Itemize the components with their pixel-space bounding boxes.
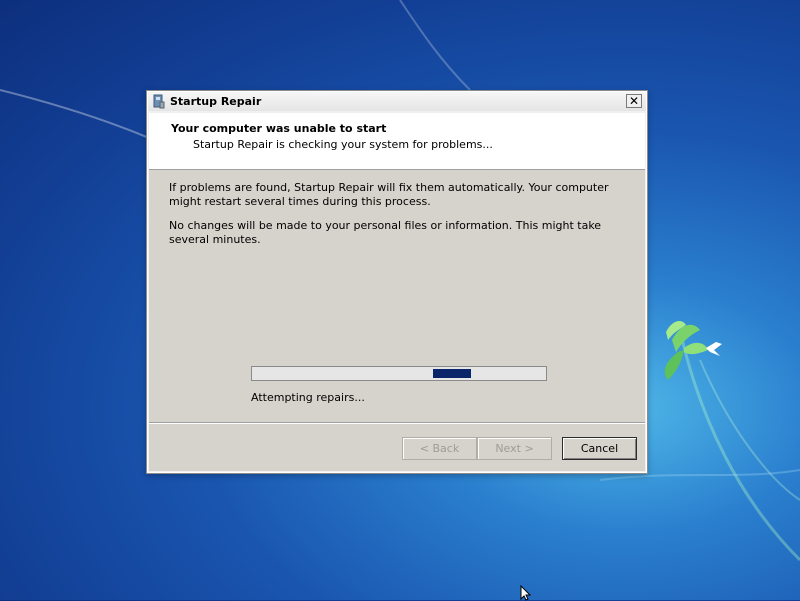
title-bar[interactable]: Startup Repair ✕ bbox=[148, 92, 646, 111]
close-icon: ✕ bbox=[628, 94, 640, 108]
startup-repair-icon bbox=[153, 94, 165, 109]
status-text: Attempting repairs... bbox=[251, 391, 365, 404]
close-button[interactable]: ✕ bbox=[626, 94, 642, 108]
header-subtitle: Startup Repair is checking your system f… bbox=[193, 138, 493, 151]
header-title: Your computer was unable to start bbox=[171, 122, 387, 135]
header-panel: Your computer was unable to start Startu… bbox=[149, 113, 645, 170]
startup-repair-dialog: Startup Repair ✕ Your computer was unabl… bbox=[146, 90, 648, 474]
info-paragraph-1: If problems are found, Startup Repair wi… bbox=[169, 181, 609, 208]
window-title: Startup Repair bbox=[170, 95, 262, 108]
progress-bar bbox=[251, 366, 547, 381]
info-paragraph-2: No changes will be made to your personal… bbox=[169, 219, 602, 246]
progress-marquee-chunk bbox=[433, 369, 471, 378]
next-button[interactable]: Next > bbox=[477, 437, 552, 460]
button-bar: < Back Next > Cancel bbox=[149, 422, 645, 471]
mouse-cursor-icon bbox=[520, 585, 532, 601]
back-button[interactable]: < Back bbox=[402, 437, 477, 460]
cancel-button[interactable]: Cancel bbox=[562, 437, 637, 460]
content-panel: If problems are found, Startup Repair wi… bbox=[149, 170, 645, 422]
